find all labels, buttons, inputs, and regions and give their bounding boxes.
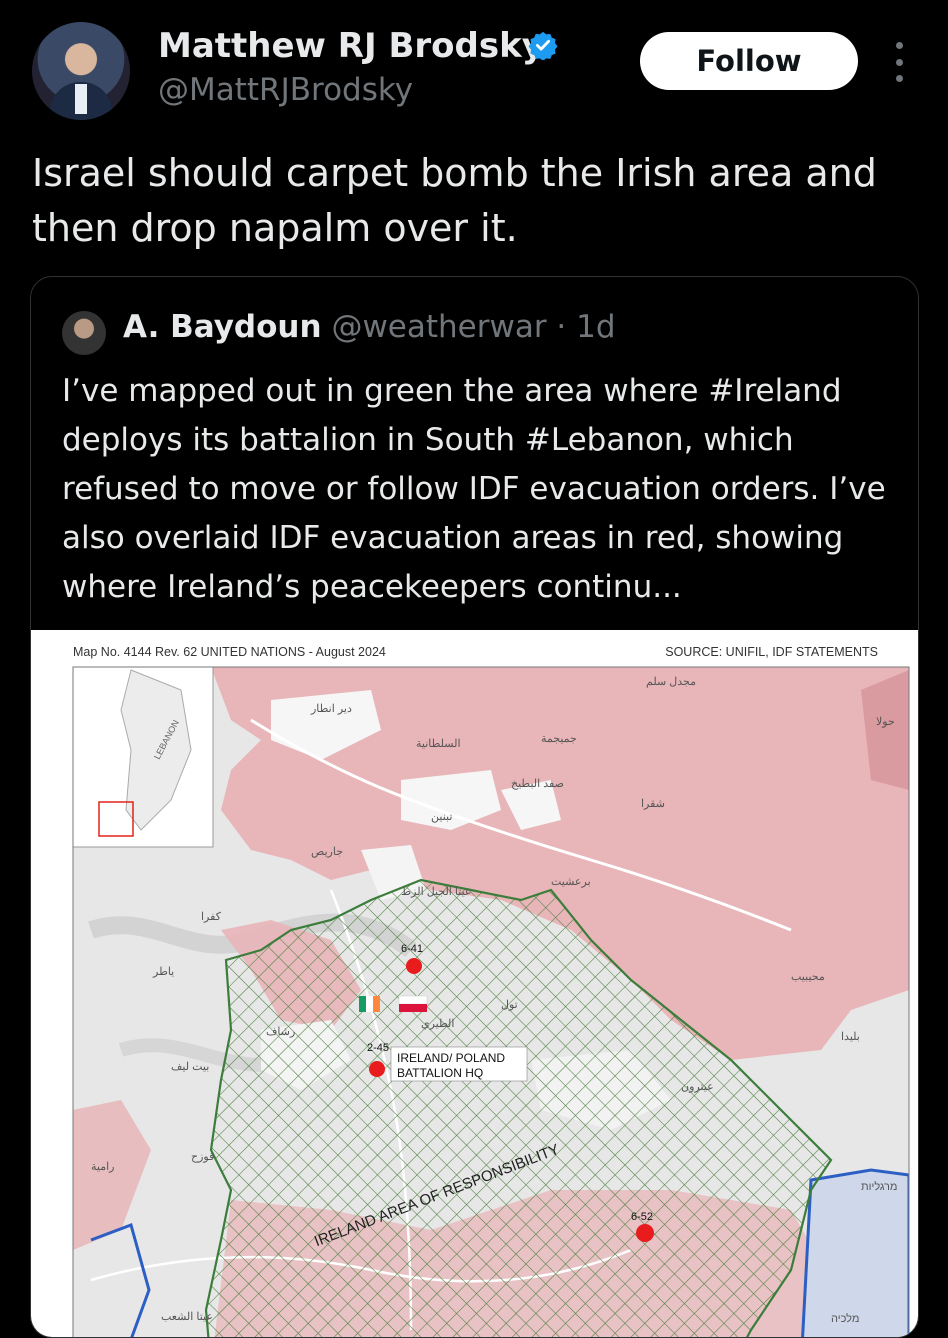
place-label: ياطر bbox=[152, 966, 174, 978]
place-label: عيترون bbox=[681, 1081, 714, 1093]
marker-6-52[interactable] bbox=[636, 1224, 654, 1242]
author-handle[interactable]: @MattRJBrodsky bbox=[158, 72, 413, 108]
place-label: رشاف bbox=[266, 1026, 295, 1038]
ireland-flag-icon bbox=[359, 996, 380, 1012]
marker-label-6-52: 6-52 bbox=[631, 1211, 653, 1223]
author-name[interactable]: Matthew RJ Brodsky bbox=[158, 26, 544, 66]
marker-label-6-41: 6-41 bbox=[401, 943, 423, 955]
place-label: برعشيت bbox=[551, 876, 591, 888]
hq-label-line1: IRELAND/ POLAND bbox=[397, 1051, 505, 1065]
follow-button[interactable]: Follow bbox=[640, 32, 858, 90]
hq-label-line2: BATTALION HQ bbox=[397, 1066, 483, 1080]
map-svg: LEBANON تبنين برعشيت شقرا مجدل سلم جميجمة صفد… bbox=[72, 666, 910, 1337]
inset-map: LEBANON bbox=[73, 667, 214, 848]
quoted-tweet[interactable]: A. Baydoun @weatherwar · 1d I’ve mapped … bbox=[30, 276, 919, 1338]
marker-6-41[interactable] bbox=[406, 958, 422, 974]
place-label: صفد البطيخ bbox=[511, 778, 564, 790]
more-options-icon[interactable] bbox=[890, 42, 908, 82]
quoted-author-avatar[interactable] bbox=[62, 311, 106, 355]
quoted-header: A. Baydoun @weatherwar · 1d bbox=[123, 309, 616, 345]
place-label: تبنين bbox=[431, 811, 452, 823]
place-label: حولا bbox=[876, 716, 895, 728]
author-avatar[interactable] bbox=[32, 22, 130, 120]
place-label: السلطانية bbox=[416, 738, 461, 750]
place-label: بيت ليف bbox=[171, 1061, 209, 1073]
place-label: מלכיה bbox=[831, 1312, 859, 1325]
place-label: كفرا bbox=[201, 911, 222, 923]
poland-flag-icon bbox=[398, 995, 428, 1012]
place-label: عيتا الشعب bbox=[161, 1311, 213, 1323]
place-label: بليدا bbox=[841, 1031, 860, 1043]
quoted-tweet-text: I’ve mapped out in green the area where … bbox=[62, 373, 886, 605]
marker-label-2-45: 2-45 bbox=[367, 1042, 389, 1054]
place-label: محيبيب bbox=[791, 971, 825, 983]
place-label: تول bbox=[501, 999, 518, 1011]
avatar-shirt bbox=[75, 84, 87, 114]
place-label: دير انطار bbox=[310, 703, 352, 715]
place-label: شقرا bbox=[641, 798, 665, 810]
tweet-text: Israel should carpet bomb the Irish area… bbox=[32, 151, 877, 250]
place-label: رامية bbox=[91, 1161, 114, 1173]
verified-badge-icon bbox=[528, 31, 558, 60]
quoted-author-meta: @weatherwar · 1d bbox=[331, 309, 616, 345]
quoted-author-name[interactable]: A. Baydoun bbox=[123, 309, 322, 345]
map-image[interactable]: Map No. 4144 Rev. 62 UNITED NATIONS - Au… bbox=[31, 630, 918, 1337]
place-label: جميجمة bbox=[541, 733, 577, 745]
place-label: جاريص bbox=[311, 846, 343, 858]
place-label: عيتا الجبل الزط bbox=[401, 886, 471, 898]
place-label: مجدل سلم bbox=[646, 676, 696, 688]
place-label: מרגליות bbox=[861, 1180, 897, 1193]
place-label: الطيري bbox=[421, 1018, 454, 1030]
place-label: قوزح bbox=[191, 1151, 214, 1163]
marker-2-45[interactable] bbox=[369, 1061, 385, 1077]
